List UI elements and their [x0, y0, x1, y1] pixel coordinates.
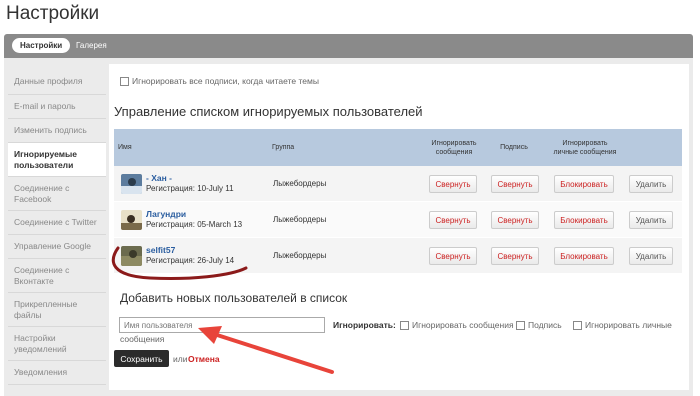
delete-button[interactable]: Удалить [629, 247, 673, 265]
header-ignore-personal: Игнорировать личные сообщения [553, 139, 617, 156]
save-button[interactable]: Сохранить [114, 350, 169, 367]
ignore-personal-option[interactable]: Игнорировать личные [573, 320, 672, 330]
settings-sidebar: Данные профиля E-mail и пароль Изменить … [8, 68, 106, 385]
ignore-all-label: Игнорировать все подписи, когда читаете … [132, 76, 319, 86]
user-group: Лыжебордеры [273, 251, 327, 260]
collapse-messages-button[interactable]: Свернуть [429, 247, 477, 265]
user-group: Лыжебордеры [273, 179, 327, 188]
ignore-label: Игнорировать: [333, 320, 396, 330]
username-link[interactable]: - Хан - [146, 173, 172, 183]
ignore-messages-checkbox[interactable] [400, 320, 409, 330]
tab-settings[interactable]: Настройки [12, 38, 71, 53]
sidebar-item-vkontakte[interactable]: Соединение с Вконтакте [8, 259, 106, 293]
registration-date: Регистрация: 10-July 11 [146, 184, 234, 193]
avatar[interactable] [121, 210, 142, 230]
avatar[interactable] [121, 174, 142, 194]
tab-gallery[interactable]: Галерея [76, 38, 107, 53]
block-button[interactable]: Блокировать [554, 247, 614, 265]
collapse-signature-button[interactable]: Свернуть [491, 175, 539, 193]
block-button[interactable]: Блокировать [554, 175, 614, 193]
ignore-signature-label: Подпись [528, 320, 562, 330]
collapse-messages-button[interactable]: Свернуть [429, 211, 477, 229]
ignore-messages-option[interactable]: Игнорировать сообщения [400, 320, 514, 330]
username-input[interactable] [119, 317, 325, 333]
ignore-messages-label: Игнорировать сообщения [412, 320, 514, 330]
sidebar-item-ignored-users[interactable]: Игнорируемые пользователи [8, 143, 106, 177]
collapse-signature-button[interactable]: Свернуть [491, 211, 539, 229]
page-title: Настройки [6, 3, 100, 24]
ignore-personal-checkbox[interactable] [573, 320, 582, 330]
ignore-all-signatures[interactable]: Игнорировать все подписи, когда читаете … [120, 76, 319, 86]
sidebar-item-email-password[interactable]: E-mail и пароль [8, 95, 106, 119]
registration-date: Регистрация: 05-March 13 [146, 220, 243, 229]
section-title: Управление списком игнорируемых пользова… [114, 104, 423, 119]
sidebar-item-twitter[interactable]: Соединение с Twitter [8, 211, 106, 235]
ignore-personal-label: Игнорировать личные [585, 320, 672, 330]
username-link[interactable]: Лагундри [146, 209, 186, 219]
header-ignore-messages: Игнорировать сообщения [431, 139, 477, 156]
sidebar-item-notification-settings[interactable]: Настройки уведомлений [8, 327, 106, 361]
ignored-users-table: Имя Группа Игнорировать сообщения Подпис… [114, 129, 682, 274]
avatar[interactable] [121, 246, 142, 266]
add-users-title: Добавить новых пользователей в список [120, 291, 348, 305]
block-button[interactable]: Блокировать [554, 211, 614, 229]
user-group: Лыжебордеры [273, 215, 327, 224]
username-link[interactable]: selfit57 [146, 245, 175, 255]
table-row: - Хан - Регистрация: 10-July 11 Лыжеборд… [114, 166, 682, 202]
ignore-all-checkbox[interactable] [120, 76, 129, 86]
ignore-signature-option[interactable]: Подпись [516, 320, 562, 330]
ignore-personal-label-wrap: сообщения [120, 334, 165, 344]
registration-date: Регистрация: 26-July 14 [146, 256, 235, 265]
sidebar-item-facebook[interactable]: Соединение с Facebook [8, 177, 106, 211]
table-row: selfit57 Регистрация: 26-July 14 Лыжебор… [114, 238, 682, 274]
header-signature: Подпись [500, 144, 528, 151]
or-text: или [173, 354, 188, 364]
collapse-signature-button[interactable]: Свернуть [491, 247, 539, 265]
sidebar-item-attachments[interactable]: Прикрепленные файлы [8, 293, 106, 327]
delete-button[interactable]: Удалить [629, 175, 673, 193]
table-row: Лагундри Регистрация: 05-March 13 Лыжебо… [114, 202, 682, 238]
header-group: Группа [272, 144, 295, 151]
collapse-messages-button[interactable]: Свернуть [429, 175, 477, 193]
table-header: Имя Группа Игнорировать сообщения Подпис… [114, 129, 682, 166]
sidebar-item-profile[interactable]: Данные профиля [8, 68, 106, 95]
sidebar-item-signature[interactable]: Изменить подпись [8, 119, 106, 143]
delete-button[interactable]: Удалить [629, 211, 673, 229]
tab-bar: Настройки Галерея [4, 34, 693, 58]
sidebar-item-notifications[interactable]: Уведомления [8, 361, 106, 385]
sidebar-item-google[interactable]: Управление Google [8, 235, 106, 259]
cancel-link[interactable]: Отмена [188, 354, 220, 364]
ignore-signature-checkbox[interactable] [516, 320, 525, 330]
header-name: Имя [118, 144, 132, 151]
